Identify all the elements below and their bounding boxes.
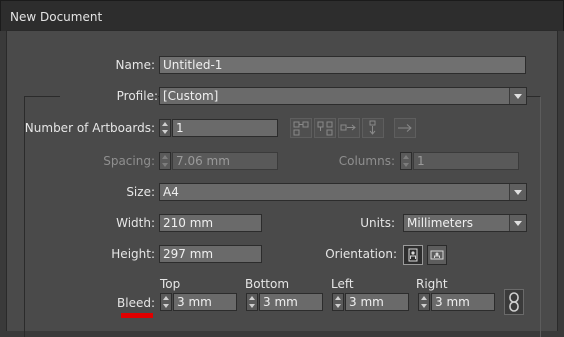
portrait-icon bbox=[408, 248, 418, 262]
height-label: Height: bbox=[111, 247, 155, 261]
bleed-right-label: Right bbox=[416, 277, 448, 291]
width-label: Width: bbox=[116, 216, 155, 230]
bleed-right-field[interactable]: 3 mm bbox=[431, 293, 495, 311]
bleed-label: Bleed: bbox=[117, 296, 155, 310]
width-field[interactable]: 210 mm bbox=[159, 214, 262, 232]
right-to-left-layout-icon[interactable] bbox=[394, 118, 416, 138]
bleed-left-stepper[interactable] bbox=[332, 293, 344, 311]
chain-link-icon bbox=[509, 292, 519, 312]
bleed-top-label: Top bbox=[160, 277, 181, 291]
bleed-bottom-field[interactable]: 3 mm bbox=[259, 293, 323, 311]
portrait-orientation-button[interactable] bbox=[403, 245, 423, 265]
chevron-down-icon bbox=[509, 184, 526, 200]
name-label: Name: bbox=[115, 58, 155, 72]
bleed-left-label: Left bbox=[331, 277, 354, 291]
columns-stepper[interactable] bbox=[400, 152, 412, 170]
units-label: Units: bbox=[360, 216, 395, 230]
artboards-label: Number of Artboards: bbox=[24, 121, 155, 135]
constrain-bleed-button[interactable] bbox=[504, 289, 524, 315]
size-dropdown[interactable]: A4 bbox=[159, 183, 527, 201]
name-field[interactable]: Untitled-1 bbox=[159, 56, 526, 74]
spacing-field[interactable]: 7.06 mm bbox=[172, 152, 278, 170]
spacing-stepper[interactable] bbox=[159, 152, 171, 170]
grid-by-row-icon[interactable] bbox=[290, 118, 312, 138]
bleed-left-field[interactable]: 3 mm bbox=[345, 293, 409, 311]
bleed-highlight-underline bbox=[121, 313, 153, 318]
landscape-icon bbox=[430, 250, 444, 260]
artboards-field[interactable]: 1 bbox=[172, 119, 278, 137]
chevron-down-icon bbox=[509, 215, 526, 231]
size-label: Size: bbox=[126, 185, 155, 199]
units-value: Millimeters bbox=[407, 216, 474, 230]
size-value: A4 bbox=[163, 185, 179, 199]
artboards-stepper[interactable] bbox=[159, 119, 171, 137]
landscape-orientation-button[interactable] bbox=[427, 245, 447, 265]
arrange-by-row-icon[interactable] bbox=[338, 118, 360, 138]
profile-dropdown[interactable]: [Custom] bbox=[159, 87, 527, 105]
profile-label: Profile: bbox=[60, 89, 158, 103]
bleed-top-field[interactable]: 3 mm bbox=[173, 293, 237, 311]
units-dropdown[interactable]: Millimeters bbox=[403, 214, 527, 232]
spacing-label: Spacing: bbox=[103, 154, 155, 168]
bleed-bottom-label: Bottom bbox=[245, 277, 290, 291]
grid-by-column-icon[interactable] bbox=[314, 118, 336, 138]
bleed-right-stepper[interactable] bbox=[418, 293, 430, 311]
orientation-label: Orientation: bbox=[325, 247, 397, 261]
bleed-bottom-stepper[interactable] bbox=[246, 293, 258, 311]
height-field[interactable]: 297 mm bbox=[159, 245, 262, 263]
bleed-top-stepper[interactable] bbox=[160, 293, 172, 311]
title-bar: New Document bbox=[0, 0, 564, 31]
profile-value: [Custom] bbox=[163, 89, 219, 103]
columns-field[interactable]: 1 bbox=[413, 152, 519, 170]
columns-label: Columns: bbox=[338, 154, 395, 168]
chevron-down-icon bbox=[509, 88, 526, 104]
window-title: New Document bbox=[10, 10, 103, 24]
arrange-by-column-icon[interactable] bbox=[362, 118, 384, 138]
